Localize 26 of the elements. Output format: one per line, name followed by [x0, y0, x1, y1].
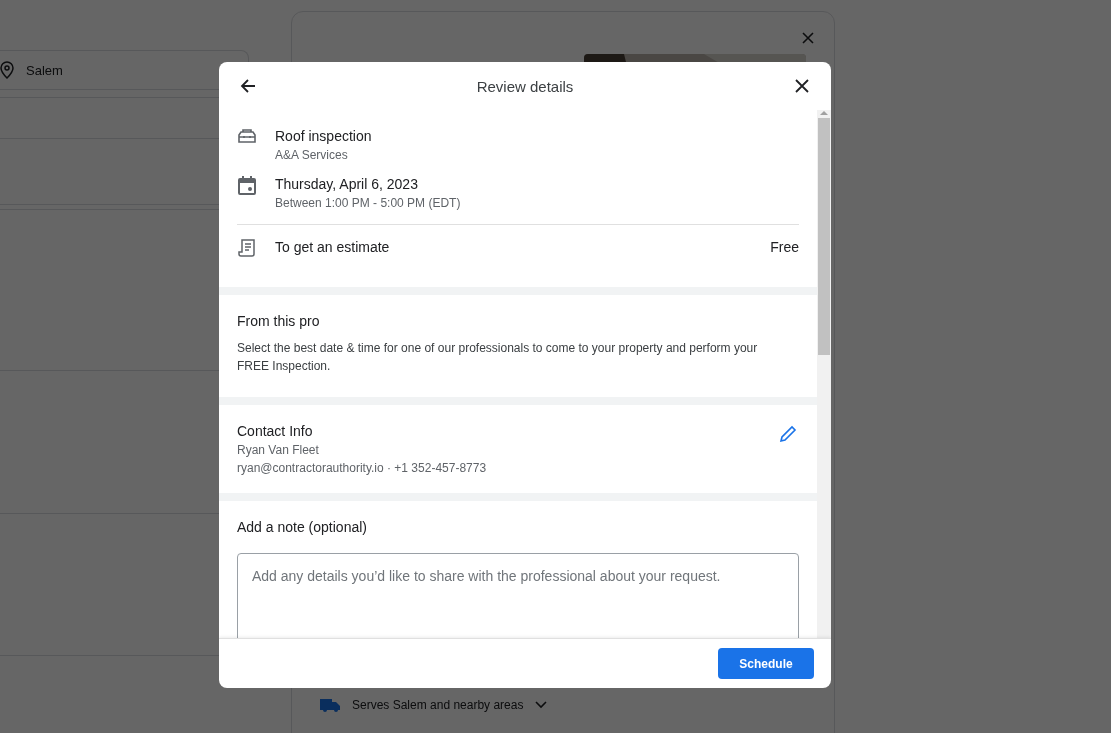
- calendar-icon: [237, 176, 257, 195]
- edit-button[interactable]: [777, 423, 799, 445]
- contact-name: Ryan Van Fleet: [237, 443, 320, 457]
- scrollbar[interactable]: [817, 110, 831, 638]
- summary-subtitle: A&A Services: [275, 148, 349, 162]
- estimate-price: Free: [770, 239, 799, 255]
- section-heading: Add a note (optional): [237, 519, 368, 535]
- note-field[interactable]: Add any details you’d like to share with the professional about your request.: [237, 553, 799, 638]
- service-area-text: Serves Salem and nearby areas: [352, 698, 524, 712]
- location-pin-icon: [0, 61, 14, 79]
- receipt-icon: [237, 239, 257, 257]
- pro-message: Select the best date & time for one of our professionals to come to your property and perform your FREE Inspection.: [237, 340, 759, 375]
- contact-details: ryan@contractorauthority.io · +1 352-457-8773: [237, 461, 488, 475]
- summary-title: Thursday, April 6, 2023: [275, 176, 419, 192]
- toolbox-icon: [237, 128, 257, 144]
- chevron-down-icon[interactable]: [535, 701, 548, 709]
- section-heading: Contact Info: [237, 423, 314, 439]
- schedule-button[interactable]: Schedule: [718, 648, 814, 679]
- truck-icon: [320, 698, 340, 712]
- estimate-label: To get an estimate: [275, 239, 391, 255]
- scroll-up-arrow-icon[interactable]: [820, 110, 828, 116]
- summary-subtitle: Between 1:00 PM - 5:00 PM (EDT): [275, 196, 462, 210]
- dialog-title: Review details: [476, 77, 574, 95]
- section-heading: From this pro: [237, 313, 321, 329]
- summary-title: Roof inspection: [275, 128, 373, 144]
- close-icon[interactable]: [802, 32, 814, 44]
